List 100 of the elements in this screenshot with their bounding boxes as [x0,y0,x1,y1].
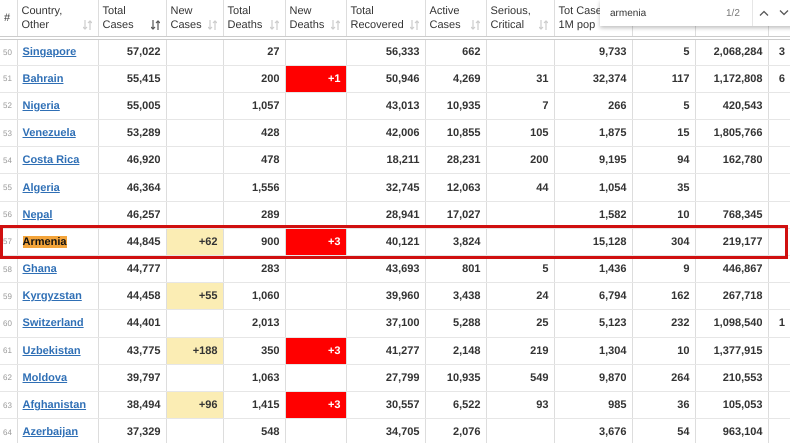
table-cell: 55,415 [126,72,160,85]
row-number: 59 [3,292,12,301]
country-link[interactable]: Algeria [22,182,60,194]
table-cell: 28,231 [446,154,480,166]
table-cell: 24 [536,290,548,302]
row-number: 60 [3,318,12,328]
table-cell: 12,063 [446,182,480,194]
table-cell: 2,076 [452,426,480,438]
column-header[interactable]: New Cases [170,4,202,32]
row-number: 51 [3,74,12,84]
table-cell: 15,128 [592,236,626,248]
table-cell: 420,543 [722,100,762,112]
caret-icon [778,10,789,16]
table-cell: 28,941 [386,208,420,221]
table-cell: 3,824 [452,236,480,248]
new-cases-cell: +55 [166,282,223,310]
table-cell: 9,733 [598,46,626,58]
table-cell: 9,195 [598,154,626,166]
table-cell: 30,557 [386,399,420,412]
table-cell: 283 [261,263,280,276]
table-cell: 117 [672,72,690,85]
table-cell: 200 [261,72,280,85]
table-cell: 1 [778,317,785,330]
table-cell: 1,098,540 [714,317,762,330]
row-number: 56 [3,210,12,220]
table-cell: 25 [536,317,548,330]
table-cell: 39,797 [126,372,160,384]
column-header[interactable]: Total Recovered [350,4,404,32]
table-cell: 1,057 [252,100,280,112]
table-cell: 1,556 [252,182,280,194]
country-link[interactable]: Kyrgyzstan [22,290,82,302]
table-cell: 1,415 [252,399,280,412]
table-cell: 46,257 [126,208,160,221]
table-cell: 304 [671,236,690,248]
row-number: 53 [3,128,12,138]
table-cell: 5 [683,46,690,58]
table-cell: 31 [536,72,548,85]
table-cell: 41,277 [386,344,420,357]
country-link[interactable]: Uzbekistan [22,344,81,357]
country-link[interactable]: Ghana [22,263,57,276]
country-link[interactable]: Nigeria [22,100,60,112]
table-cell: 1,377,915 [714,344,762,357]
column-header[interactable]: # [4,11,10,25]
table-cell: 210,553 [722,372,762,384]
country-link[interactable]: Bahrain [22,72,64,85]
table-cell: 37,329 [126,426,160,438]
country-link[interactable]: Moldova [22,372,68,384]
sort-icon[interactable] [150,20,160,30]
table-cell: 3,676 [598,426,626,438]
table-cell: 17,027 [446,208,480,221]
table-cell: 264 [671,372,690,384]
table-cell: 6 [778,72,785,85]
new-cases-cell: +96 [166,391,223,419]
column-header[interactable]: Active Cases [430,4,461,32]
table-cell: 38,494 [126,399,160,412]
table-cell: 40,121 [386,236,420,248]
column-header[interactable]: Total Cases [102,4,134,32]
country-link[interactable]: Singapore [22,46,76,58]
table-cell: 1,063 [252,372,280,384]
country-link[interactable]: Venezuela [22,127,76,140]
table-cell: 56,333 [386,46,420,58]
row-number: 52 [3,101,12,110]
table-cell: 5 [683,100,690,112]
table-cell: 289 [261,208,280,221]
table-cell: 662 [462,46,480,58]
table-cell: 900 [261,236,280,248]
table-cell: 39,960 [386,290,420,302]
country-link[interactable]: Costa Rica [22,154,80,166]
column-header[interactable]: New Deaths [290,4,324,32]
table-cell: 37,100 [386,317,420,330]
table-cell: 9,870 [598,372,626,384]
table-cell: 42,006 [386,127,420,140]
row-number: 50 [3,48,12,57]
country-link[interactable]: Azerbaijan [22,426,78,438]
row-number: 62 [3,373,12,382]
country-link[interactable]: Switzerland [22,317,84,330]
table-cell: 44,845 [126,236,160,248]
table-cell: 32,374 [592,72,626,85]
table-cell: 18,211 [386,154,420,166]
country-link[interactable]: Nepal [22,208,52,221]
table-cell: 53,289 [126,127,160,140]
table-cell: 548 [261,426,280,438]
table-cell: 162,780 [722,154,762,166]
column-header[interactable]: Country, Other [22,4,62,32]
caret-icon [758,10,769,16]
table-cell: 57,022 [126,46,160,58]
table-cell: 219 [530,344,548,357]
table-cell: 1,172,808 [714,72,762,85]
table-cell: 768,345 [722,208,762,221]
column-header[interactable]: Total Deaths [228,4,262,32]
table-cell: 2,068,284 [714,46,762,58]
new-cases-cell: +188 [166,337,223,364]
new-deaths-cell: +3 [285,337,346,364]
table-cell: 3,438 [452,290,480,302]
country-link[interactable]: Afghanistan [22,399,86,412]
table-cell: 1,582 [598,208,626,221]
table-cell: 350 [261,344,280,357]
table-cell: 105,053 [722,399,762,412]
table-cell: 219,177 [722,236,762,248]
column-header[interactable]: Serious, Critical [490,4,531,32]
